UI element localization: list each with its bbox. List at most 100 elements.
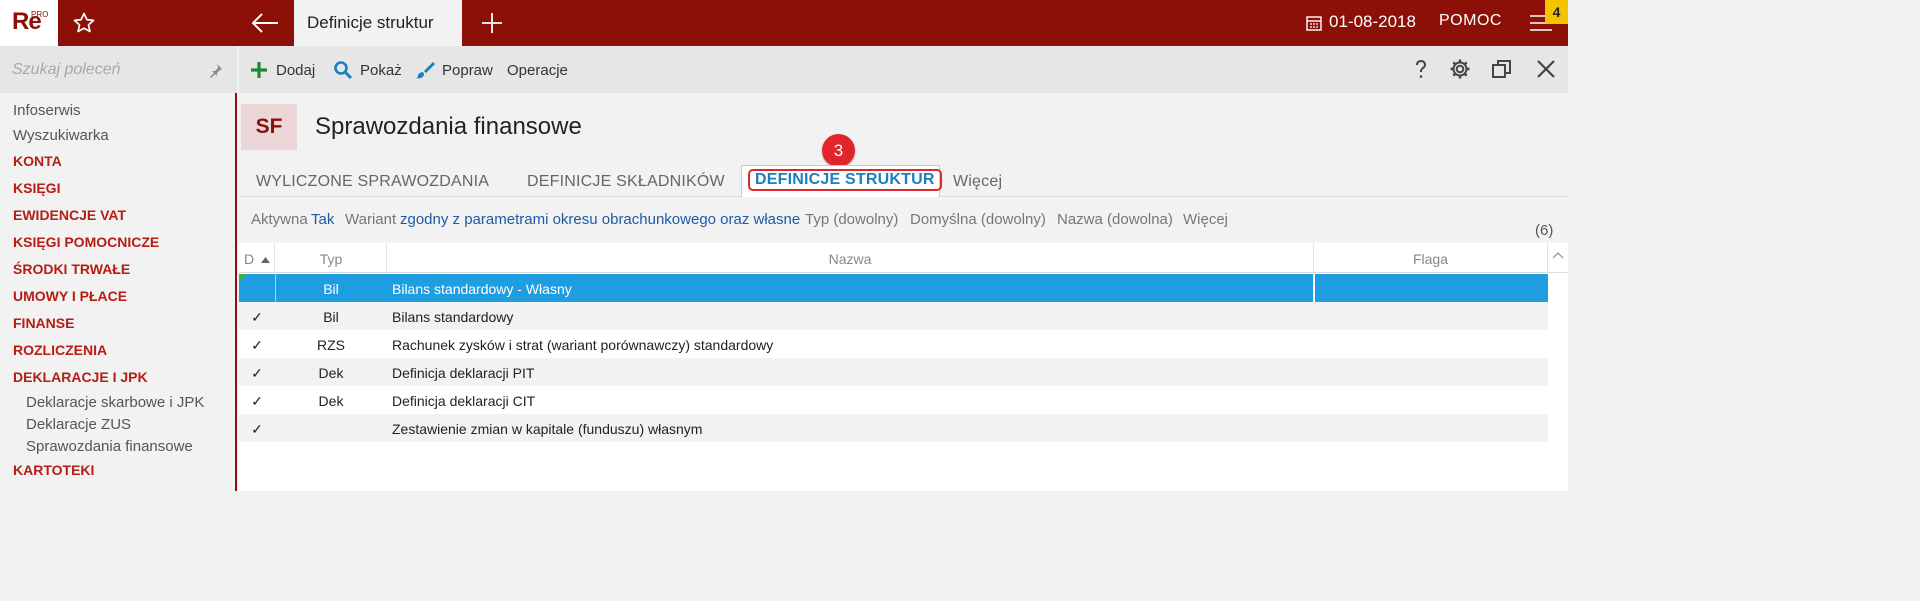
cell-name: Bilans standardowy — [392, 309, 514, 325]
filter-type[interactable]: Typ (dowolny) — [805, 211, 898, 228]
cell-default-check: ✓ — [251, 393, 263, 409]
cell-flag — [1314, 302, 1548, 330]
filter-name[interactable]: Nazwa (dowolna) — [1057, 211, 1173, 228]
cell-type: Dek — [318, 393, 344, 409]
record-count: (6) — [1535, 222, 1554, 239]
column-header-flaga[interactable]: Flaga — [1314, 243, 1548, 273]
sidebar-item[interactable]: KSIĘGI — [0, 177, 237, 204]
add-button-label: Dodaj — [276, 61, 316, 79]
cell-name: Definicja deklaracji PIT — [392, 365, 535, 381]
filter-variant-label: Wariant — [345, 211, 397, 228]
column-header-typ[interactable]: Typ — [276, 243, 387, 273]
sidebar-item[interactable]: FINANSE — [0, 312, 237, 339]
show-button[interactable]: Pokaż — [333, 59, 402, 81]
operations-menu-label: Operacje — [507, 61, 568, 79]
cell-name: Bilans standardowy - Własny — [392, 281, 572, 297]
tab-bar: WYLICZONE SPRAWOZDANIA DEFINICJE SKŁADNI… — [239, 163, 1568, 197]
command-search-input[interactable] — [12, 58, 192, 82]
favorite-star-icon[interactable] — [72, 11, 96, 35]
table-row[interactable]: ✓ Zestawienie zmian w kapitale (funduszu)… — [239, 414, 1548, 442]
cell-default-check: ✓ — [251, 337, 263, 353]
sidebar-item[interactable]: UMOWY I PŁACE — [0, 285, 237, 312]
cell-type: Bil — [323, 281, 339, 297]
filter-more[interactable]: Więcej — [1183, 211, 1228, 228]
sidebar-item[interactable]: Deklaracje skarbowe i JPK — [0, 393, 237, 415]
cell-default-check: ✓ — [251, 421, 263, 437]
edit-button[interactable]: Popraw — [415, 59, 493, 81]
column-header-nazwa[interactable]: Nazwa — [387, 243, 1314, 273]
scroll-up-icon[interactable] — [1551, 249, 1565, 263]
cell-type: Bil — [323, 309, 339, 325]
sidebar-item[interactable]: KONTA — [0, 150, 237, 177]
sidebar-item[interactable]: ŚRODKI TRWAŁE — [0, 258, 237, 285]
sidebar: InfoserwisWyszukiwarkaKONTAKSIĘGIEWIDENC… — [0, 46, 237, 491]
show-button-label: Pokaż — [360, 61, 402, 79]
structures-table: D Typ Nazwa Flaga Bil Bilans standardowy … — [239, 243, 1568, 491]
cell-name: Definicja deklaracji CIT — [392, 393, 536, 409]
column-header-d[interactable]: D — [239, 243, 275, 273]
new-tab-plus-icon[interactable] — [480, 11, 504, 35]
main-panel: Dodaj Pokaż Popraw Operacje SF Sprawozda… — [239, 46, 1568, 491]
add-button[interactable]: Dodaj — [249, 59, 315, 81]
sidebar-item[interactable]: Infoserwis — [0, 100, 237, 125]
column-header-d-label: D — [244, 251, 255, 267]
cell-flag — [1314, 358, 1548, 386]
cell-flag — [1314, 330, 1548, 358]
back-arrow-icon[interactable] — [250, 10, 280, 36]
gear-icon[interactable] — [1449, 58, 1471, 80]
cell-flag — [1314, 414, 1548, 442]
tab-structure-definitions[interactable]: DEFINICJE STRUKTUR — [748, 169, 942, 191]
sidebar-item[interactable]: ROZLICZENIA — [0, 339, 237, 366]
page-title: Sprawozdania finansowe — [315, 113, 582, 140]
filter-default[interactable]: Domyślna (dowolny) — [910, 211, 1046, 228]
working-date[interactable]: 01-08-2018 — [1329, 12, 1416, 32]
operations-menu[interactable]: Operacje — [507, 59, 568, 81]
cell-type — [276, 414, 386, 442]
table-row[interactable]: ✓ Dek Definicja deklaracji PIT — [239, 358, 1548, 386]
tab-component-definitions[interactable]: DEFINICJE SKŁADNIKÓW — [527, 173, 725, 191]
page-header: SF Sprawozdania finansowe — [239, 93, 1568, 163]
restore-window-icon[interactable] — [1491, 58, 1513, 80]
magnifier-icon — [334, 61, 353, 80]
cell-flag — [1314, 274, 1548, 302]
tab-more[interactable]: Więcej — [953, 173, 1002, 191]
sidebar-item[interactable]: KSIĘGI POMOCNICZE — [0, 231, 237, 258]
sidebar-nav: Infoserwis Wyszukiwarka KONTA KSIĘGI EWIDENC… — [0, 100, 237, 486]
table-row[interactable]: ✓ Bil Bilans standardowy — [239, 302, 1548, 330]
sidebar-item[interactable]: EWIDENCJE VAT — [0, 204, 237, 231]
calendar-icon[interactable] — [1306, 15, 1322, 31]
command-search — [0, 46, 237, 93]
app-logo[interactable]: Re PRO — [0, 0, 58, 46]
filter-variant-value[interactable]: zgodny z parametrami okresu obrachunkowe… — [400, 211, 800, 228]
sidebar-item[interactable]: KARTOTEKI — [0, 459, 237, 486]
table-header: D Typ Nazwa Flaga — [239, 243, 1568, 273]
table-row[interactable]: Bil Bilans standardowy - Własny — [239, 274, 1548, 302]
cell-name: Zestawienie zmian w kapitale (funduszu) … — [392, 421, 703, 437]
cell-type: RZS — [317, 337, 345, 353]
sidebar-item[interactable]: Sprawozdania finansowe — [0, 437, 237, 459]
sort-ascending-icon — [261, 257, 271, 263]
filter-bar: Aktywna Tak Wariant zgodny z parametrami… — [239, 198, 1568, 242]
module-badge: SF — [241, 104, 297, 150]
cell-default-check: ✓ — [251, 309, 263, 325]
pin-icon[interactable] — [208, 63, 223, 78]
notification-badge[interactable]: 4 — [1545, 0, 1568, 24]
cell-type: Dek — [318, 365, 344, 381]
active-document-tab[interactable]: Definicje struktur — [294, 0, 462, 46]
plus-icon — [251, 62, 267, 78]
question-mark-icon[interactable] — [1410, 58, 1432, 80]
filter-active-label: Aktywna — [251, 211, 308, 228]
cell-default-check: ✓ — [251, 365, 263, 381]
close-icon[interactable] — [1535, 58, 1557, 80]
top-bar: Re PRO Definicje struktur 01-08-2018 POM… — [0, 0, 1568, 46]
table-row[interactable]: ✓ Dek Definicja deklaracji CIT — [239, 386, 1548, 414]
sidebar-item[interactable]: Wyszukiwarka — [0, 125, 237, 150]
brush-icon — [416, 62, 435, 79]
sidebar-item[interactable]: Deklaracje ZUS — [0, 415, 237, 437]
filter-active-value[interactable]: Tak — [311, 211, 334, 228]
tab-calculated-reports[interactable]: WYLICZONE SPRAWOZDANIA — [256, 173, 489, 191]
table-row[interactable]: ✓ RZS Rachunek zysków i strat (wariant por… — [239, 330, 1548, 358]
help-link[interactable]: POMOC — [1439, 12, 1502, 30]
sidebar-item[interactable]: DEKLARACJE I JPK — [0, 366, 237, 393]
cell-flag — [1314, 386, 1548, 414]
